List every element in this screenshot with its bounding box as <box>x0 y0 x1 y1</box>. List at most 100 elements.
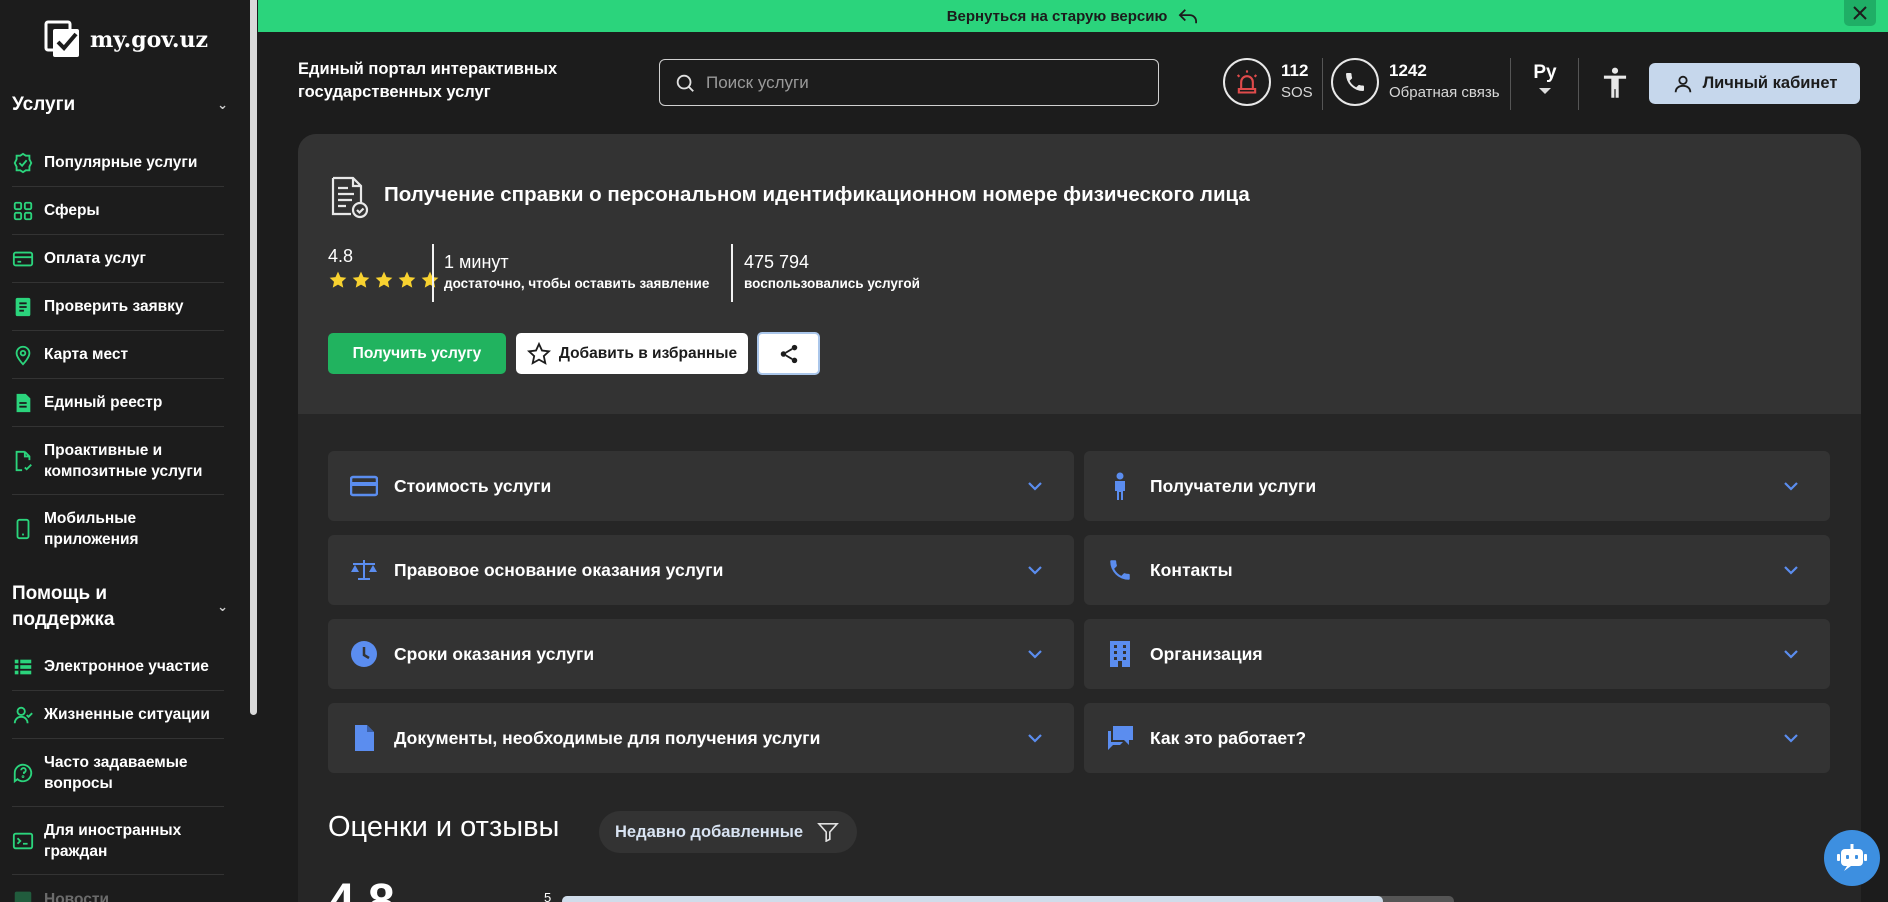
accordion-documents[interactable]: Документы, необходимые для получения усл… <box>328 703 1074 773</box>
accordion-recipients[interactable]: Получатели услуги <box>1084 451 1830 521</box>
logo[interactable]: my.gov.uz <box>44 20 208 60</box>
accordion-contacts[interactable]: Контакты <box>1084 535 1830 605</box>
sidebar-item-label: Часто задаваемые вопросы <box>44 753 188 792</box>
accordion-legal-basis[interactable]: Правовое основание оказания услуги <box>328 535 1074 605</box>
list-icon <box>14 659 32 674</box>
stat-divider <box>432 244 434 302</box>
sidebar-item-mobile[interactable]: Мобильные приложения <box>12 495 224 563</box>
chevron-down-icon: ⌄ <box>217 599 228 614</box>
sidebar-item-proactive[interactable]: Проактивные и композитные услуги <box>12 427 224 495</box>
service-header: Получение справки о персональном идентиф… <box>298 134 1861 414</box>
accordion-how-it-works[interactable]: Как это работает? <box>1084 703 1830 773</box>
sidebar-item-spheres[interactable]: Сферы <box>12 187 224 235</box>
services-title-text: Услуги <box>12 94 76 115</box>
sidebar-item-map[interactable]: Карта мест <box>12 331 224 379</box>
map-pin-icon <box>15 345 31 365</box>
phone-icon <box>16 518 30 540</box>
sidebar: my.gov.uz Услуги ⌄ Популярные услуги Сфе… <box>0 0 257 902</box>
shield-check-icon <box>13 152 33 173</box>
certificate-icon <box>328 174 370 225</box>
sidebar-item-e-participation[interactable]: Электронное участие <box>12 643 224 691</box>
sidebar-item-label: Электронное участие <box>44 658 209 675</box>
reviews-filter[interactable]: Недавно добавленные <box>599 811 858 853</box>
sidebar-item-label: Для иностранных граждан <box>44 821 182 860</box>
get-service-button[interactable]: Получить услугу <box>328 333 506 374</box>
help-section-title[interactable]: Помощь и поддержка ⌄ <box>12 581 228 633</box>
banner-close-button[interactable] <box>1844 0 1876 26</box>
time-stat: 1 минут достаточно, чтобы оставить заявл… <box>444 250 709 294</box>
sidebar-scrollbar[interactable] <box>250 0 257 715</box>
users-value: 475 794 <box>744 252 810 272</box>
accordion-deadlines[interactable]: Сроки оказания услуги <box>328 619 1074 689</box>
feedback-button[interactable]: 1242 Обратная связь <box>1331 58 1500 106</box>
document-icon <box>16 393 31 412</box>
time-label: достаточно, чтобы оставить заявление <box>444 276 710 291</box>
return-arrow-icon <box>1178 9 1198 24</box>
accordion-cost[interactable]: Стоимость услуги <box>328 451 1074 521</box>
chevron-down-icon: ⌄ <box>217 97 228 112</box>
search-bar[interactable] <box>659 59 1159 106</box>
star-icon <box>352 271 370 288</box>
sos-button[interactable]: 112 SOS <box>1223 58 1313 106</box>
personal-cabinet-button[interactable]: Личный кабинет <box>1649 63 1860 104</box>
accordion-organization[interactable]: Организация <box>1084 619 1830 689</box>
siren-icon <box>1236 70 1258 94</box>
sidebar-item-life-situations[interactable]: Жизненные ситуации <box>12 691 224 739</box>
question-icon <box>13 763 33 783</box>
search-input[interactable] <box>706 72 1126 93</box>
sidebar-item-payment[interactable]: Оплата услуг <box>12 235 224 283</box>
rating-bar-label: 5 <box>544 890 552 902</box>
doc-edit-icon <box>15 450 32 471</box>
user-icon <box>1674 75 1691 92</box>
time-value: 1 минут <box>444 252 509 272</box>
sidebar-item-label: Оплата услуг <box>44 250 146 267</box>
accordion-label: Как это работает? <box>1150 727 1307 748</box>
news-icon <box>14 891 32 902</box>
reviews-title: Оценки и отзывы <box>328 811 560 843</box>
add-favorite-button[interactable]: Добавить в избранные <box>516 333 748 374</box>
accordion-label: Правовое основание оказания услуги <box>394 559 724 580</box>
star-icon <box>375 271 393 288</box>
chevron-down-icon <box>1028 566 1042 575</box>
share-button[interactable] <box>757 332 820 375</box>
chat-support-button[interactable] <box>1824 830 1880 886</box>
accordion-label: Документы, необходимые для получения усл… <box>394 727 821 748</box>
rating-value: 4.8 <box>328 246 354 266</box>
users-stat: 475 794 воспользовались услугой <box>744 250 920 294</box>
sidebar-item-registry[interactable]: Единый реестр <box>12 379 224 427</box>
chatbot-icon <box>1837 844 1867 871</box>
sidebar-item-check-application[interactable]: Проверить заявку <box>12 283 224 331</box>
feedback-number: 1242 <box>1389 61 1427 80</box>
checklist-icon <box>15 297 31 316</box>
services-section-title[interactable]: Услуги ⌄ <box>12 92 228 118</box>
clock-icon <box>350 640 378 668</box>
chevron-down-icon <box>1784 482 1798 491</box>
sidebar-item-foreigners[interactable]: Для иностранных граждан <box>12 807 224 875</box>
feedback-icon-wrap <box>1331 58 1379 106</box>
person-icon <box>1106 472 1134 500</box>
cabinet-label: Личный кабинет <box>1702 74 1838 92</box>
portal-name[interactable]: Единый портал интерактивных государствен… <box>298 58 598 104</box>
sidebar-item-popular[interactable]: Популярные услуги <box>12 139 224 187</box>
rating-bar-track <box>562 896 1454 902</box>
header-divider <box>1578 58 1579 110</box>
sidebar-item-label: Популярные услуги <box>44 154 198 171</box>
chevron-down-icon <box>1784 650 1798 659</box>
sidebar-item-faq[interactable]: Часто задаваемые вопросы <box>12 739 224 807</box>
sidebar-item-news[interactable]: Новости <box>12 875 224 902</box>
phone-call-icon <box>1346 73 1364 91</box>
phone-icon <box>1106 557 1134 583</box>
accessibility-button[interactable] <box>1600 67 1630 104</box>
chevron-down-icon <box>1784 566 1798 575</box>
service-card: Получение справки о персональном идентиф… <box>298 134 1861 902</box>
old-version-banner[interactable]: Вернуться на старую версию <box>258 0 1888 32</box>
sos-icon-wrap <box>1223 58 1271 106</box>
chevron-down-icon <box>1784 734 1798 743</box>
language-selector[interactable]: Ру <box>1530 62 1560 94</box>
accordion-label: Организация <box>1150 643 1263 664</box>
rating-stat: 4.8 <box>328 244 440 290</box>
sos-number: 112 <box>1281 61 1309 80</box>
stat-divider <box>731 244 733 302</box>
header-divider <box>1322 58 1323 110</box>
overall-rating: 4.8 <box>328 875 395 902</box>
